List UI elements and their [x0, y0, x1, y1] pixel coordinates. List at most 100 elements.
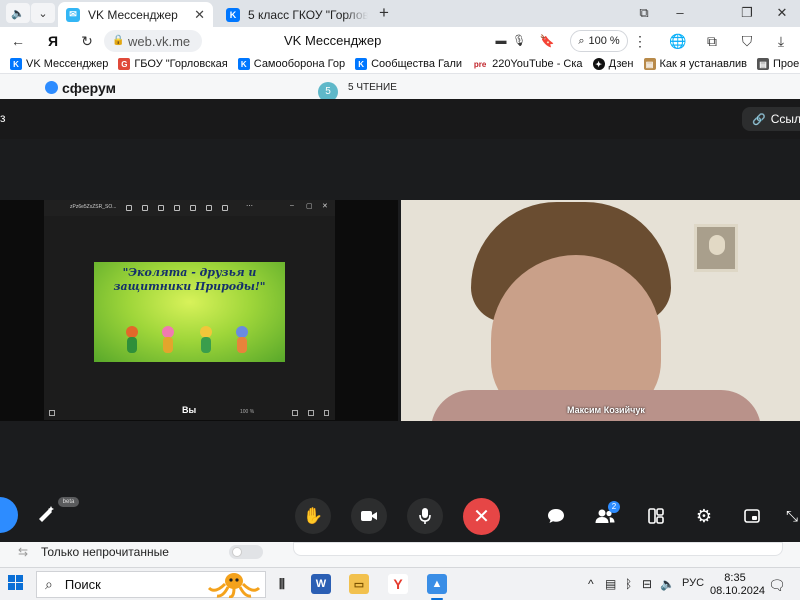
microphone-icon — [419, 508, 431, 524]
rotate-icon — [142, 205, 148, 211]
file-explorer-icon[interactable]: ▭ — [349, 574, 369, 594]
octopus-illustration-icon — [207, 573, 261, 598]
layout-button[interactable] — [645, 505, 667, 527]
close-tab-icon[interactable]: ✕ — [194, 7, 205, 23]
link-icon: 🔗 — [752, 113, 766, 126]
tab-strip: 🔈 ⌄ ✉ VK Мессенджер ✕ K 5 класс ГКОУ "Го… — [0, 0, 800, 27]
yandex-icon[interactable]: Я — [44, 32, 62, 50]
downloads-icon[interactable]: ⤓ — [772, 32, 790, 50]
tab-list-chevron-icon[interactable]: ⌄ — [31, 3, 55, 23]
slide-title: "Эколята - друзья и защитники Природы!" — [113, 266, 266, 293]
close-icon: ✕ — [473, 506, 490, 528]
page-title: VK Мессенджер — [284, 33, 382, 48]
end-call-button[interactable]: ✕ — [463, 498, 500, 535]
more-options-icon[interactable]: ⋮ — [631, 32, 649, 50]
google-icon: G — [118, 58, 131, 70]
taskbar-clock[interactable]: 8:35 08.10.2024 — [710, 572, 766, 598]
network-icon[interactable]: ⊟ — [642, 577, 652, 591]
zoom-level: 100 % — [588, 35, 620, 47]
call-title: з — [0, 111, 6, 125]
camera-button[interactable] — [351, 498, 387, 534]
zoom-out-icon — [308, 410, 314, 416]
windows-start-icon[interactable] — [8, 575, 24, 591]
tab-5-class[interactable]: K 5 класс ГКОУ "Горловская — [218, 2, 368, 27]
page-icon: ▤ — [643, 58, 656, 70]
chat-bubble-icon — [548, 509, 564, 523]
reload-icon[interactable]: ↻ — [78, 32, 96, 50]
restore-button[interactable]: ❐ — [737, 4, 757, 22]
globe-icon[interactable]: 🌐 — [669, 32, 687, 50]
chat-button[interactable] — [545, 505, 567, 527]
win-maximize-icon: ▢ — [306, 203, 313, 210]
clipchamp-icon — [222, 205, 228, 211]
lock-icon: 🔒 — [112, 35, 125, 46]
bookmark-icon[interactable]: 🔖 — [538, 32, 556, 50]
wall-icon-picture — [694, 224, 738, 272]
yandex-browser-icon[interactable]: Y — [388, 574, 408, 594]
new-tab-button[interactable]: + — [374, 4, 394, 24]
back-icon[interactable]: ← — [9, 32, 27, 50]
bluetooth-icon[interactable]: ᛒ — [625, 577, 632, 591]
photos-app-icon[interactable]: ▲ — [427, 574, 447, 600]
pre-icon: pre — [472, 58, 489, 70]
delete-icon — [158, 205, 164, 211]
microphone-button[interactable] — [407, 498, 443, 534]
picture-in-picture-button[interactable] — [741, 505, 763, 527]
message-composer[interactable] — [293, 542, 783, 556]
bookmark-item[interactable]: ▤ Как я устанавлив — [643, 58, 747, 70]
expand-icon: ⤡ — [785, 507, 798, 525]
fullscreen-button[interactable]: ⤡ — [784, 505, 800, 527]
participant-name-label: Максим Козийчук — [567, 405, 645, 415]
bookmark-item[interactable]: K Самооборона Гор — [237, 58, 345, 70]
tab-vk-messenger[interactable]: ✉ VK Мессенджер ✕ — [58, 2, 213, 27]
clock-time: 8:35 — [724, 572, 746, 584]
tray-app-icon[interactable]: ▤ — [605, 577, 616, 591]
url-text: web.vk.me — [128, 33, 191, 49]
notifications-icon[interactable]: 🗨 — [768, 577, 786, 594]
sferum-logo-icon — [45, 81, 58, 94]
hand-icon: ✋ — [303, 508, 323, 525]
extensions-icon[interactable]: ⧉ — [703, 32, 721, 50]
fit-icon — [292, 410, 298, 416]
settings-button[interactable]: ⚙ — [693, 505, 715, 527]
minimize-button[interactable]: – — [670, 4, 690, 22]
microphone-permission-icon[interactable]: 🎙 — [510, 32, 528, 50]
eco-character-image — [124, 326, 140, 358]
protect-icon[interactable]: ⛉ — [738, 32, 756, 50]
language-indicator[interactable]: РУС — [682, 577, 704, 589]
dzen-icon: ✦ — [592, 58, 605, 70]
bookmark-tabs-icon[interactable]: ⧉ — [634, 4, 654, 22]
url-field[interactable]: 🔒 web.vk.me — [104, 30, 202, 52]
masks-button[interactable] — [36, 505, 58, 525]
minimize-call-icon — [744, 509, 760, 523]
call-controls — [0, 489, 800, 542]
speaker-icon[interactable]: 🔈 — [6, 3, 30, 23]
raise-hand-button[interactable]: ✋ — [295, 498, 331, 534]
shared-zoom: 100 % — [240, 409, 255, 415]
eco-character-image — [160, 326, 176, 358]
bookmark-item[interactable]: G ГБОУ "Горловская — [118, 58, 228, 70]
bookmark-item[interactable]: K VK Мессенджер — [10, 58, 108, 70]
copy-link-button[interactable]: 🔗 Ссылк — [742, 107, 800, 131]
filter-icon: ⇆ — [18, 545, 29, 559]
magic-wand-icon — [39, 506, 54, 522]
bookmark-item[interactable]: ▤Проект — [757, 58, 800, 70]
unread-toggle[interactable] — [229, 545, 263, 559]
bookmark-item[interactable]: ✦ Дзен — [592, 58, 634, 70]
camera-permission-icon[interactable]: ▬ — [492, 32, 510, 50]
participants-count-badge: 2 — [608, 501, 620, 513]
zoom-control[interactable]: ⌕ 100 % — [570, 30, 628, 52]
close-window-button[interactable]: ✕ — [772, 4, 792, 22]
bookmark-item[interactable]: pre 220YouTube - Ска — [472, 58, 583, 70]
win-minimize-icon: – — [290, 202, 294, 209]
shared-slide-image: "Эколята - друзья и защитники Природы!" — [94, 262, 285, 362]
show-hidden-icons-icon[interactable]: ^ — [588, 577, 594, 591]
edit-icon — [126, 205, 132, 211]
volume-icon[interactable]: 🔈 — [660, 577, 675, 591]
vk-favicon-icon: K — [226, 7, 240, 22]
word-app-icon[interactable]: W — [311, 574, 331, 594]
task-view-icon[interactable]: ⫴ — [272, 574, 292, 594]
participant-video-tile[interactable] — [401, 200, 800, 421]
clock-date: 08.10.2024 — [710, 585, 766, 597]
bookmark-item[interactable]: K Сообщества Гали — [355, 58, 462, 70]
